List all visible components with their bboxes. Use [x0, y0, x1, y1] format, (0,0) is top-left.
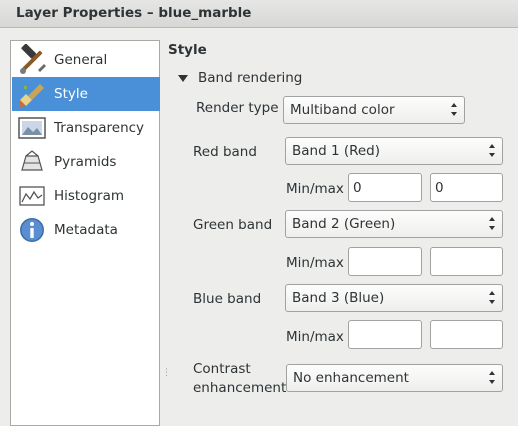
info-icon — [16, 214, 48, 246]
sidebar-item-label: Style — [54, 86, 88, 102]
blue-band-select[interactable]: Band 3 (Blue) — [285, 284, 503, 312]
paintbrush-icon — [16, 78, 48, 110]
sidebar-item-pyramids[interactable]: Pyramids — [12, 145, 160, 179]
sidebar-item-label: Histogram — [54, 188, 125, 204]
window-title: Layer Properties – blue_marble — [16, 5, 252, 21]
blue-band-label: Blue band — [193, 291, 262, 307]
sidebar-item-histogram[interactable]: Histogram — [12, 179, 160, 213]
blue-max-input[interactable] — [430, 320, 503, 349]
sidebar-item-general[interactable]: General — [12, 43, 160, 77]
band-rendering-toggle[interactable]: Band rendering — [178, 70, 302, 86]
updown-arrow-icon — [489, 371, 496, 385]
triangle-down-icon — [178, 74, 188, 82]
red-max-input[interactable] — [430, 173, 503, 202]
contrast-label-line1: Contrast — [193, 361, 251, 377]
contrast-enhancement-value: No enhancement — [293, 370, 409, 386]
red-band-value: Band 1 (Red) — [292, 143, 381, 159]
blue-minmax-label: Min/max — [286, 329, 344, 345]
blue-band-value: Band 3 (Blue) — [292, 290, 385, 306]
hammer-wrench-icon — [16, 43, 48, 76]
updown-arrow-icon — [489, 144, 496, 158]
green-max-input[interactable] — [430, 247, 503, 276]
green-band-value: Band 2 (Green) — [292, 216, 396, 232]
green-minmax-label: Min/max — [286, 255, 344, 271]
green-band-select[interactable]: Band 2 (Green) — [285, 210, 503, 238]
sidebar-item-label: Transparency — [54, 120, 145, 136]
sidebar-item-label: Metadata — [54, 222, 118, 238]
green-min-input[interactable] — [348, 247, 422, 276]
updown-arrow-icon — [451, 103, 458, 117]
render-type-select[interactable]: Multiband color — [283, 96, 465, 124]
red-band-label: Red band — [193, 144, 257, 160]
contrast-label-line2: enhancement — [193, 380, 287, 396]
sidebar-item-style[interactable]: Style — [12, 77, 160, 111]
red-band-select[interactable]: Band 1 (Red) — [285, 137, 503, 165]
pyramid-icon — [16, 146, 48, 178]
window-titlebar[interactable]: Layer Properties – blue_marble — [0, 0, 518, 28]
red-minmax-label: Min/max — [286, 181, 344, 197]
updown-arrow-icon — [489, 217, 496, 231]
page-title: Style — [168, 42, 207, 58]
render-type-label: Render type — [196, 100, 279, 116]
red-min-input[interactable] — [348, 173, 422, 202]
splitter-handle[interactable]: ⋮ — [162, 369, 171, 382]
sidebar: General Style Transparency Pyramids Hist… — [10, 40, 160, 426]
render-type-value: Multiband color — [290, 102, 395, 118]
sidebar-item-transparency[interactable]: Transparency — [12, 111, 160, 145]
blue-min-input[interactable] — [348, 320, 422, 349]
sidebar-item-label: Pyramids — [54, 154, 117, 170]
sidebar-item-metadata[interactable]: Metadata — [12, 213, 160, 247]
updown-arrow-icon — [489, 291, 496, 305]
section-title: Band rendering — [198, 70, 303, 86]
histogram-icon — [16, 180, 48, 212]
transparency-icon — [16, 112, 48, 144]
green-band-label: Green band — [193, 217, 273, 233]
contrast-enhancement-select[interactable]: No enhancement — [286, 364, 503, 392]
sidebar-item-label: General — [54, 52, 108, 68]
